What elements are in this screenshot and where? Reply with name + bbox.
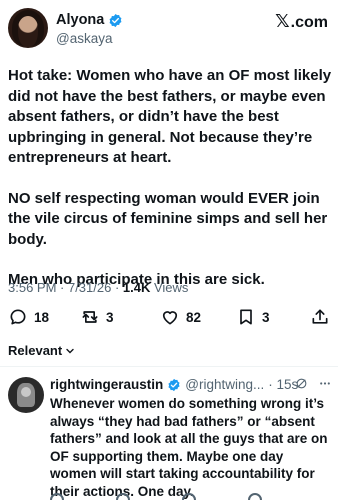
reply-repost-icon[interactable] [116, 493, 130, 500]
author-name[interactable]: Alyona [56, 12, 104, 28]
post-body: Hot take: Women who have an OF most like… [8, 66, 334, 291]
more-icon[interactable] [318, 377, 332, 390]
share-icon [312, 309, 328, 324]
action-bar: 18 3 82 3 [0, 303, 338, 331]
repost-icon [82, 311, 98, 323]
author-avatar[interactable] [8, 8, 48, 48]
post-meta: 3:56 PM · 7/31/26 · 1.4K Views [8, 280, 188, 295]
divider [0, 366, 338, 367]
repost-count: 3 [106, 309, 114, 325]
reply-timestamp[interactable]: · 15s [268, 377, 298, 392]
like-count: 82 [186, 309, 202, 325]
x-logo-domain: .com [290, 14, 328, 31]
reply-like-icon[interactable] [182, 493, 196, 500]
post-paragraph: NO self respecting woman would EVER join… [8, 189, 328, 248]
post-header: Alyona @askaya 𝕏 .com [0, 0, 338, 56]
share-button[interactable] [310, 307, 330, 327]
sort-dropdown[interactable]: Relevant [8, 343, 75, 358]
verified-badge-icon [168, 378, 180, 391]
reply-views-icon[interactable] [248, 493, 262, 500]
author-handle[interactable]: @askaya [56, 31, 112, 46]
reply-reply-icon[interactable] [50, 493, 64, 500]
reply-author-handle[interactable]: @rightwing... [185, 377, 264, 392]
grok-icon[interactable] [295, 377, 308, 390]
reply-header: rightwingeraustin @rightwing... · 15s [50, 377, 298, 392]
reply-author-name[interactable]: rightwingeraustin [50, 377, 163, 392]
repost-button[interactable]: 3 [80, 307, 114, 327]
chevron-down-icon [66, 348, 74, 353]
bookmark-icon [240, 309, 252, 325]
bookmark-button[interactable]: 3 [236, 307, 270, 327]
author-name-row: Alyona [56, 12, 123, 28]
reply-avatar[interactable] [8, 377, 44, 413]
like-button[interactable]: 82 [160, 307, 201, 327]
x-logo-icon: 𝕏 [275, 11, 290, 31]
x-logo[interactable]: 𝕏 .com [275, 11, 328, 32]
bookmark-count: 3 [262, 309, 270, 325]
verified-badge-icon [109, 13, 122, 27]
sort-label: Relevant [8, 343, 63, 358]
reply-header-icons [295, 377, 332, 390]
reply-action-bar [50, 493, 330, 500]
post-timestamp[interactable]: 3:56 PM · 7/31/26 · [8, 280, 123, 295]
views-count: 1.4K [122, 280, 151, 295]
like-icon [162, 311, 178, 325]
views-label: Views [150, 280, 189, 295]
reply-icon [10, 309, 26, 325]
reply-count: 18 [34, 309, 50, 325]
reply-text: Whenever women do something wrong it’s a… [50, 396, 328, 499]
reply-button[interactable]: 18 [8, 307, 49, 327]
post-paragraph: Hot take: Women who have an OF most like… [8, 67, 332, 166]
